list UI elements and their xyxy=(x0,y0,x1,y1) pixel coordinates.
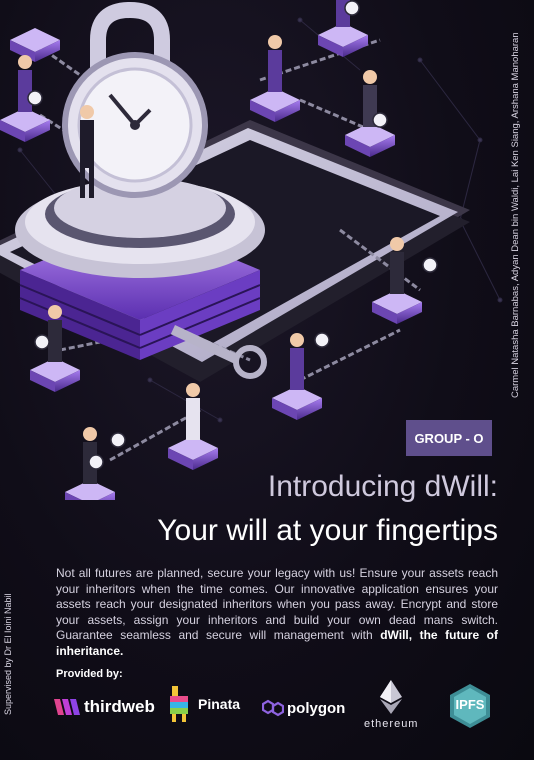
thirdweb-icon xyxy=(54,699,80,715)
description: Not all futures are planned, secure your… xyxy=(56,566,498,660)
pinata-label: Pinata xyxy=(198,696,241,712)
supervisor-credit: Supervised by Dr El Ioini Nabil xyxy=(3,593,13,715)
group-badge: GROUP - O xyxy=(406,420,492,456)
authors-credit: Carmel Natasha Barnabas, Adyan Dean bin … xyxy=(510,32,521,398)
pinata-icon xyxy=(170,686,188,722)
thirdweb-label: thirdweb xyxy=(84,697,155,716)
polygon-icon xyxy=(262,699,284,717)
ethereum-logo: ethereum xyxy=(364,680,418,730)
thirdweb-logo: thirdweb xyxy=(54,697,155,717)
poster: Carmel Natasha Barnabas, Adyan Dean bin … xyxy=(0,0,534,760)
pinata-logo: Pinata xyxy=(166,684,240,724)
padlock-clock xyxy=(62,1,208,198)
provided-by-label: Provided by: xyxy=(56,668,123,680)
ipfs-label: IPFS xyxy=(455,697,485,712)
title-line-2: Your will at your fingertips xyxy=(157,514,498,547)
ethereum-icon xyxy=(380,680,403,714)
ethereum-label: ethereum xyxy=(364,718,419,730)
ipfs-logo: IPFS xyxy=(450,684,490,728)
polygon-logo: polygon xyxy=(262,699,345,717)
title-line-1: Introducing dWill: xyxy=(267,470,498,503)
polygon-label: polygon xyxy=(287,699,346,717)
